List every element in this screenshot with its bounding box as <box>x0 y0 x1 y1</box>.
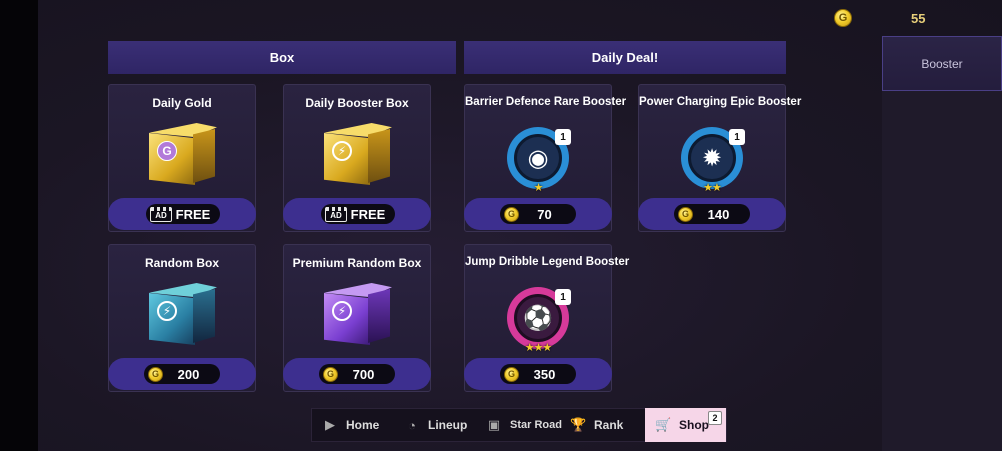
price-label: 350 <box>533 366 556 382</box>
gold-coin-icon: G <box>504 366 519 382</box>
home-icon: ▶ <box>325 417 335 432</box>
buy-button[interactable]: G 200 <box>108 358 256 390</box>
rarity-stars: ★★ <box>703 182 722 194</box>
card-title: Power Charging Epic Booster <box>639 96 802 108</box>
price-label: 140 <box>707 206 730 222</box>
nav-lineup[interactable]: ◔ Lineup <box>394 408 474 442</box>
lineup-icon: ◔ <box>408 417 416 433</box>
claim-free-button[interactable]: AD FREE <box>283 198 431 230</box>
card-premium-random-box[interactable]: Premium Random Box ⚡ G 700 <box>283 244 431 392</box>
card-title: Barrier Defence Rare Booster <box>465 96 627 108</box>
card-title: Daily Gold <box>152 96 212 110</box>
nav-label: Rank <box>594 418 624 432</box>
buy-button[interactable]: G 700 <box>283 358 431 390</box>
card-random-box[interactable]: Random Box ⚡ G 200 <box>108 244 256 392</box>
nav-label: Lineup <box>428 418 468 432</box>
card-daily-booster-box[interactable]: Daily Booster Box ⚡ AD FREE <box>283 84 431 232</box>
gold-g-emblem: G <box>157 141 177 161</box>
quantity-badge: 1 <box>555 289 571 305</box>
card-title: Random Box <box>144 256 219 270</box>
card-title: Daily Booster Box <box>305 96 409 110</box>
buy-button[interactable]: G 350 <box>464 358 612 390</box>
gold-coin-icon: G <box>504 206 519 222</box>
buy-button[interactable]: G 140 <box>638 198 786 230</box>
lightning-icon: ⚡ <box>157 301 177 321</box>
bottom-nav: ▶ Home ◔ Lineup ▣ Star Road 🏆 Rank 🛒 Sho… <box>311 408 727 442</box>
side-panel <box>882 36 1002 451</box>
trophy-icon: 🏆 <box>570 417 587 432</box>
card-power-charging-booster[interactable]: Power Charging Epic Booster ✹ 1 ★★ G 140 <box>638 84 802 232</box>
card-title: Jump Dribble Legend Booster <box>465 256 630 268</box>
gold-amount: 55 <box>911 11 926 26</box>
rarity-stars: ★★★ <box>524 342 553 354</box>
price-label: 200 <box>177 366 200 382</box>
box-section-header: Box <box>108 41 456 74</box>
ad-icon: AD <box>150 206 172 222</box>
card-jump-dribble-booster[interactable]: Jump Dribble Legend Booster ⚽ 1 ★★★ G 35… <box>464 244 630 392</box>
rarity-stars: ★ <box>533 182 544 194</box>
gold-coin-icon: G <box>323 366 338 382</box>
gold-currency: G 55 <box>834 9 925 27</box>
nav-shop[interactable]: 🛒 Shop 2 <box>645 408 726 442</box>
price-label: 700 <box>352 366 375 382</box>
teal-box-icon: ⚡ <box>149 283 217 347</box>
nav-home[interactable]: ▶ Home <box>312 408 390 442</box>
gold-booster-box-icon: ⚡ <box>324 123 392 187</box>
gold-coin-icon: G <box>678 206 693 222</box>
left-edge-bar <box>0 0 38 451</box>
card-title: Premium Random Box <box>292 256 422 270</box>
nav-label: Shop <box>679 418 709 432</box>
notification-badge: 2 <box>708 411 722 425</box>
gold-coin-icon: G <box>148 366 163 382</box>
tab-booster[interactable]: Booster <box>882 36 1002 91</box>
purple-box-icon: ⚡ <box>324 283 392 347</box>
nav-star-road[interactable]: ▣ Star Road <box>476 408 566 442</box>
cart-icon: 🛒 <box>655 417 672 432</box>
buy-button[interactable]: G 70 <box>464 198 612 230</box>
quantity-badge: 1 <box>729 129 745 145</box>
gold-box-icon: G <box>149 123 217 187</box>
price-label: FREE <box>350 206 386 222</box>
card-daily-gold[interactable]: Daily Gold G AD FREE <box>108 84 256 232</box>
nav-label: Star Road <box>510 419 562 431</box>
daily-deal-section-header: Daily Deal! <box>464 41 786 74</box>
quantity-badge: 1 <box>555 129 571 145</box>
nav-rank[interactable]: 🏆 Rank <box>560 408 640 442</box>
nav-label: Home <box>346 418 380 432</box>
card-barrier-defence-booster[interactable]: Barrier Defence Rare Booster ◉ 1 ★ G 70 <box>464 84 627 232</box>
lightning-icon: ⚡ <box>332 141 352 161</box>
price-label: 70 <box>537 206 552 222</box>
claim-free-button[interactable]: AD FREE <box>108 198 256 230</box>
star-road-icon: ▣ <box>487 417 501 432</box>
lightning-icon: ⚡ <box>332 301 352 321</box>
price-label: FREE <box>175 206 211 222</box>
ad-icon: AD <box>325 206 347 222</box>
gold-coin-icon: G <box>834 9 852 27</box>
